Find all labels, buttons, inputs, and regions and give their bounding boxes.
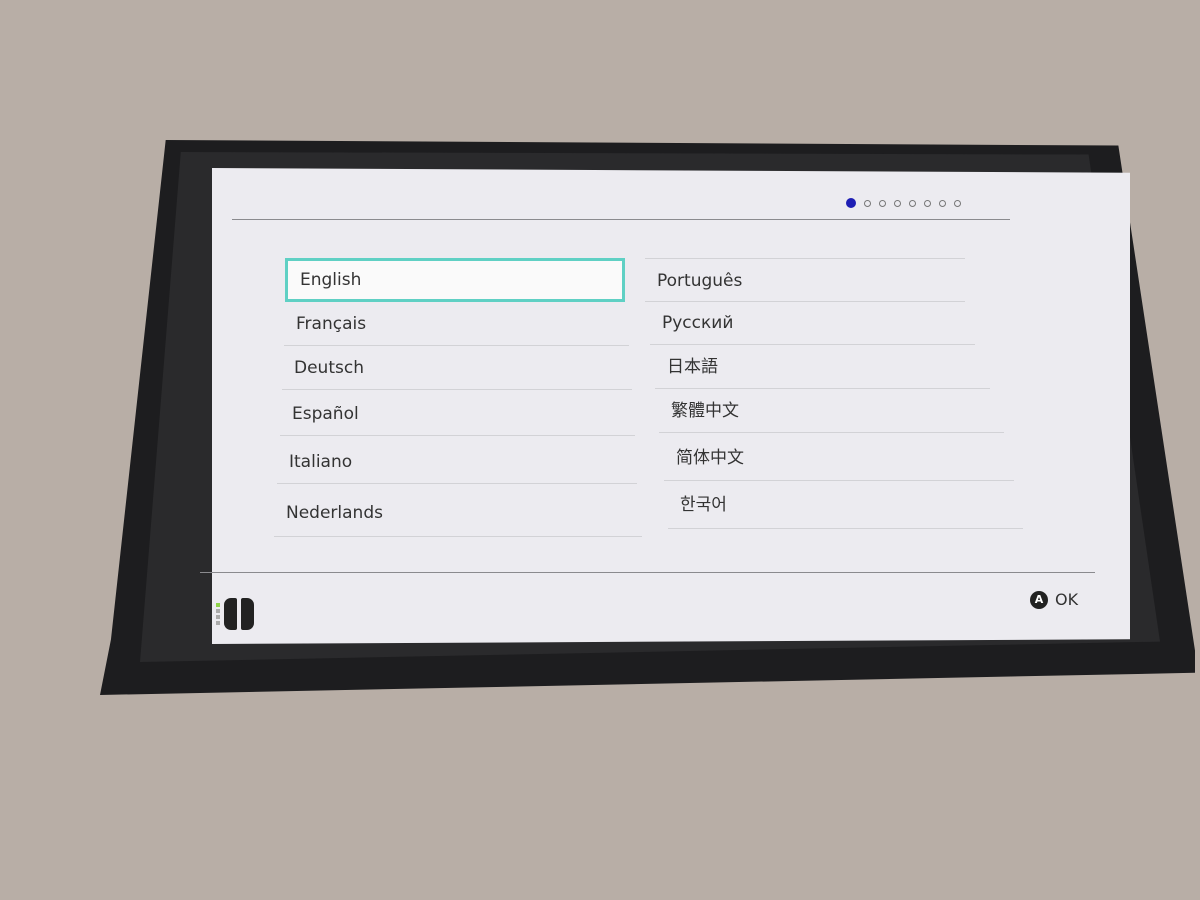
ok-label: OK (1055, 590, 1079, 609)
ok-button[interactable]: A OK (1030, 590, 1078, 609)
language-option-spanish[interactable]: Español (280, 392, 635, 436)
step-dot (909, 199, 916, 207)
language-option-english[interactable]: English (285, 258, 625, 302)
step-dot (879, 199, 886, 207)
header-divider (232, 219, 1010, 220)
step-indicator (846, 198, 961, 208)
language-option-italian[interactable]: Italiano (277, 440, 637, 484)
joy-con-left-icon (224, 598, 237, 630)
step-dot (954, 199, 961, 207)
language-option-portuguese[interactable]: Português (645, 258, 965, 302)
joy-con-right-icon (241, 598, 254, 630)
a-button-icon: A (1030, 590, 1048, 609)
step-dot (924, 199, 931, 207)
language-option-traditional-chinese[interactable]: 繁體中文 (659, 389, 1004, 433)
step-dot (939, 199, 946, 207)
language-option-korean[interactable]: 한국어 (668, 482, 1023, 529)
language-option-japanese[interactable]: 日本語 (655, 345, 990, 389)
language-option-russian[interactable]: Русский (650, 301, 975, 345)
step-dot (846, 198, 856, 208)
language-option-french[interactable]: Français (284, 302, 629, 346)
controller-status (216, 598, 254, 630)
language-option-dutch[interactable]: Nederlands (274, 489, 642, 537)
player-led-icon (216, 603, 220, 625)
footer-divider (200, 572, 1095, 573)
language-option-simplified-chinese[interactable]: 简体中文 (664, 435, 1014, 481)
step-dot (864, 199, 871, 207)
step-dot (894, 199, 901, 207)
language-option-german[interactable]: Deutsch (282, 346, 632, 390)
